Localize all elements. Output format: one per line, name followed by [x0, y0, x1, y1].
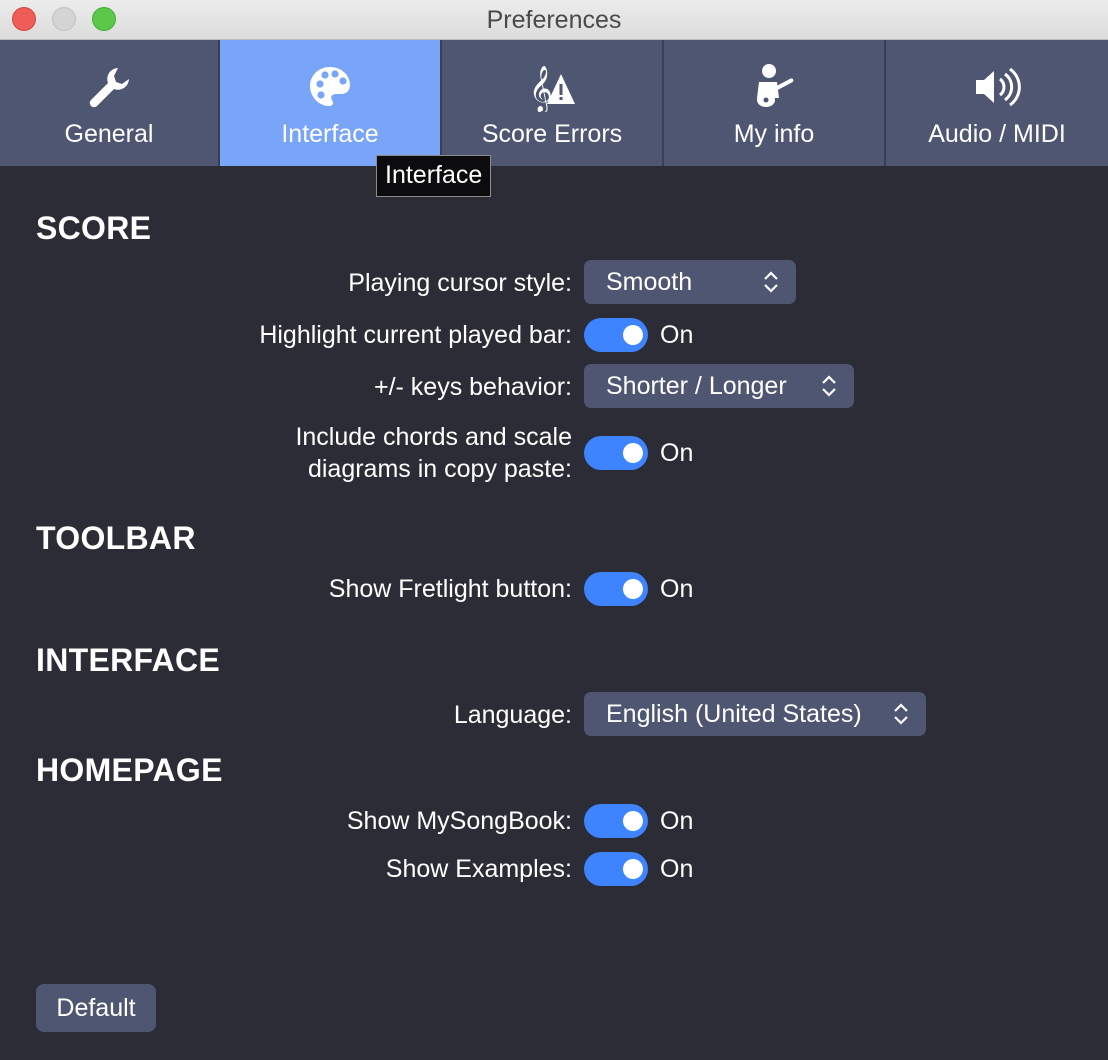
include-chords-state: On [660, 439, 694, 467]
wrench-icon [0, 64, 218, 110]
chevron-updown-icon [894, 703, 908, 725]
mysongbook-state: On [660, 807, 694, 835]
include-chords-toggle[interactable] [584, 436, 648, 470]
tab-score-errors[interactable]: 𝄞 Score Errors [442, 40, 664, 166]
tab-interface[interactable]: Interface [220, 40, 442, 166]
preferences-tab-bar: General Interface 𝄞 Score Errors My info… [0, 40, 1108, 166]
guitar-player-icon [664, 64, 884, 110]
highlight-bar-state: On [660, 321, 694, 349]
playing-cursor-style-select[interactable]: Smooth [584, 260, 796, 304]
toggle-knob [623, 811, 643, 831]
fretlight-toggle[interactable] [584, 572, 648, 606]
keys-behavior-label: +/- keys behavior: [373, 373, 572, 401]
examples-toggle[interactable] [584, 852, 648, 886]
section-heading-score: SCORE [36, 210, 152, 246]
examples-label: Show Examples: [385, 855, 572, 883]
language-value: English (United States) [606, 700, 862, 728]
include-chords-label-line2: diagrams in copy paste: [307, 455, 572, 483]
window-title: Preferences [486, 6, 622, 34]
toggle-knob [623, 579, 643, 599]
language-select[interactable]: English (United States) [584, 692, 926, 736]
chevron-updown-icon [822, 375, 836, 397]
tab-my-info[interactable]: My info [664, 40, 886, 166]
tab-audio-midi[interactable]: Audio / MIDI [886, 40, 1108, 166]
keys-behavior-select[interactable]: Shorter / Longer [584, 364, 854, 408]
keys-behavior-value: Shorter / Longer [606, 372, 787, 400]
highlight-bar-toggle[interactable] [584, 318, 648, 352]
toggle-knob [623, 859, 643, 879]
section-heading-toolbar: TOOLBAR [36, 520, 196, 556]
mysongbook-label: Show MySongBook: [346, 807, 572, 835]
fretlight-label: Show Fretlight button: [328, 575, 572, 603]
language-label: Language: [453, 701, 572, 729]
preferences-window: Preferences General Interface 𝄞 Score Er… [0, 0, 1108, 1060]
tooltip: Interface [376, 155, 492, 197]
score-warning-icon: 𝄞 [442, 64, 662, 112]
toggle-knob [623, 325, 643, 345]
playing-cursor-style-label: Playing cursor style: [348, 269, 572, 297]
default-button[interactable]: Default [36, 984, 156, 1032]
section-heading-homepage: HOMEPAGE [36, 752, 223, 788]
chevron-updown-icon [764, 271, 778, 293]
tab-label-interface: Interface [281, 120, 379, 148]
tab-label-score-errors: Score Errors [481, 120, 623, 148]
include-chords-label-line1: Include chords and scale [295, 423, 572, 451]
examples-state: On [660, 855, 694, 883]
tab-label-my-info: My info [733, 120, 815, 148]
playing-cursor-style-value: Smooth [606, 268, 693, 296]
fretlight-state: On [660, 575, 694, 603]
tab-general[interactable]: General [0, 40, 220, 166]
toggle-knob [623, 443, 643, 463]
svg-text:𝄞: 𝄞 [529, 66, 553, 112]
title-bar: Preferences [0, 0, 1108, 40]
mysongbook-toggle[interactable] [584, 804, 648, 838]
palette-icon [220, 64, 440, 110]
speaker-icon [886, 64, 1108, 110]
tab-label-audio-midi: Audio / MIDI [928, 120, 1066, 148]
highlight-bar-label: Highlight current played bar: [259, 321, 572, 349]
section-heading-interface: INTERFACE [36, 642, 221, 678]
tab-label-general: General [64, 120, 154, 148]
